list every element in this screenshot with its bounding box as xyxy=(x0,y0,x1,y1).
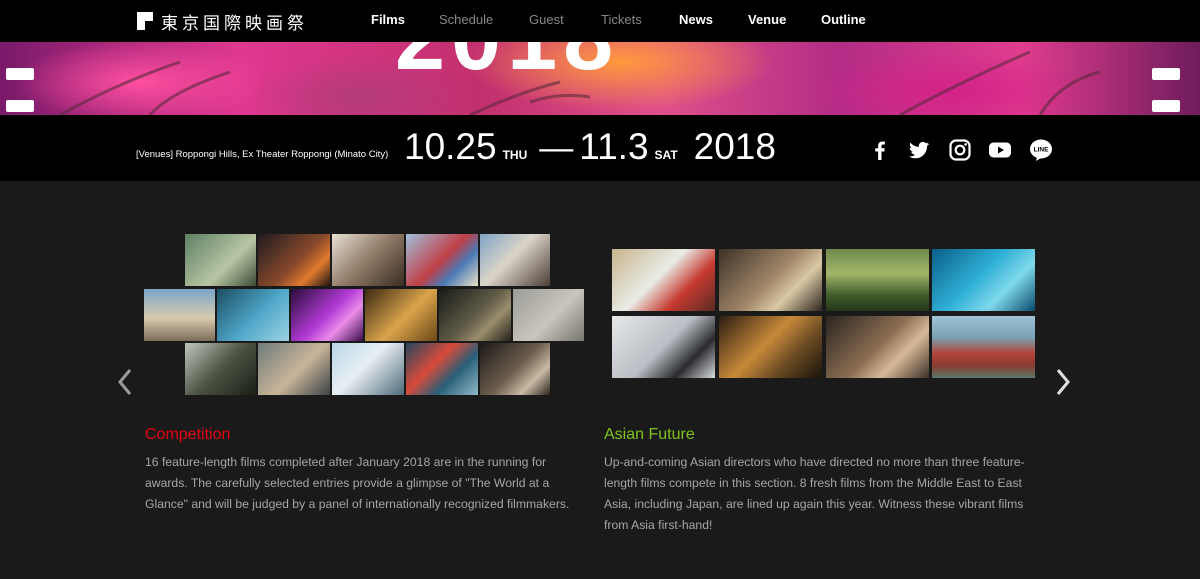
film-still xyxy=(932,316,1035,378)
top-navigation-bar: 東京国際映画祭 Films Schedule Guest Tickets New… xyxy=(0,0,1200,42)
nav-item-guest[interactable]: Guest xyxy=(529,12,564,27)
film-still xyxy=(291,289,363,341)
film-still xyxy=(612,316,715,378)
youtube-icon[interactable] xyxy=(988,138,1012,162)
film-still xyxy=(719,316,822,378)
film-still xyxy=(217,289,289,341)
film-still xyxy=(258,234,330,286)
film-still xyxy=(185,234,256,286)
nav-item-films[interactable]: Films xyxy=(371,12,405,27)
film-still xyxy=(332,343,404,395)
film-still xyxy=(406,343,478,395)
instagram-icon[interactable] xyxy=(948,138,972,162)
asian-future-title[interactable]: Asian Future xyxy=(604,426,695,444)
film-still xyxy=(826,249,929,311)
site-logo[interactable]: 東京国際映画祭 xyxy=(137,10,308,34)
film-still xyxy=(612,249,715,311)
twitter-icon[interactable] xyxy=(907,138,931,162)
nav-item-schedule[interactable]: Schedule xyxy=(439,12,493,27)
film-still xyxy=(826,316,929,378)
hero-banner: 2018 xyxy=(0,42,1200,115)
competition-title[interactable]: Competition xyxy=(145,426,230,444)
film-still xyxy=(258,343,330,395)
facebook-icon[interactable] xyxy=(868,138,892,162)
nav-item-tickets[interactable]: Tickets xyxy=(601,12,642,27)
description-line: Up-and-coming Asian directors who have d… xyxy=(604,455,1025,469)
description-line: Asia, including Japan, are lined up agai… xyxy=(604,497,1024,511)
film-still xyxy=(144,289,215,341)
film-still xyxy=(439,289,511,341)
description-line: from Asia first-hand! xyxy=(604,518,713,532)
description-line: 16 feature-length films completed after … xyxy=(145,455,547,469)
festival-year: 2018 xyxy=(693,126,776,167)
svg-text:LINE: LINE xyxy=(1034,147,1049,154)
start-date: 10.25 xyxy=(404,126,497,167)
end-day-of-week: SAT xyxy=(654,148,678,162)
film-still xyxy=(185,343,256,395)
film-still xyxy=(365,289,437,341)
film-still xyxy=(480,343,550,395)
nav-item-venue[interactable]: Venue xyxy=(748,12,786,27)
film-still xyxy=(932,249,1035,311)
description-line: Glance" and will be judged by a panel of… xyxy=(145,497,570,511)
film-still xyxy=(719,249,822,311)
hero-branches xyxy=(59,50,1101,115)
carousel-prev-arrow-icon[interactable] xyxy=(117,368,133,396)
venues-text: [Venues] Roppongi Hills, Ex Theater Ropp… xyxy=(136,149,389,160)
description-line: length films compete in this section. 8 … xyxy=(604,476,1022,490)
line-icon[interactable]: LINE xyxy=(1029,138,1053,162)
description-line: awards. The carefully selected entries p… xyxy=(145,476,550,490)
end-date: 11.3 xyxy=(579,126,649,167)
film-still xyxy=(513,289,584,341)
film-still xyxy=(332,234,404,286)
date-dash: — xyxy=(539,129,574,167)
film-still xyxy=(480,234,550,286)
logo-mark-icon xyxy=(137,12,153,30)
festival-dates: 10.25 THU —11.3 SAT 2018 xyxy=(404,126,776,168)
film-still xyxy=(406,234,478,286)
nav-item-news[interactable]: News xyxy=(679,12,713,27)
carousel-next-arrow-icon[interactable] xyxy=(1055,368,1071,396)
logo-text: 東京国際映画祭 xyxy=(161,13,308,34)
nav-item-outline[interactable]: Outline xyxy=(821,12,866,27)
asian-future-description: Up-and-coming Asian directors who have d… xyxy=(604,452,1044,536)
start-day-of-week: THU xyxy=(502,148,528,162)
competition-description: 16 feature-length films completed after … xyxy=(145,452,590,515)
